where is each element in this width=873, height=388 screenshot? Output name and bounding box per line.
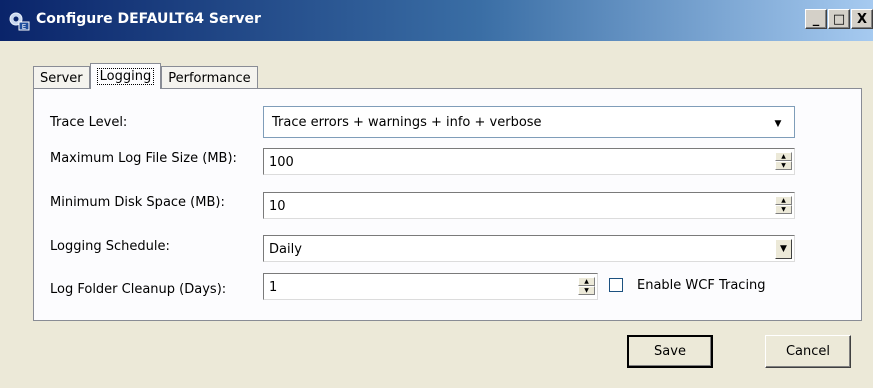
tab-logging-label: Logging xyxy=(96,68,155,85)
spin-up-icon[interactable]: ▲ xyxy=(578,277,595,286)
title-bar[interactable]: E Configure DEFAULT64 Server _ □ X xyxy=(0,0,873,41)
chevron-down-icon: ▼ xyxy=(774,119,782,129)
chevron-down-icon[interactable]: ▼ xyxy=(775,239,792,259)
trace-level-value: Trace errors + warnings + info + verbose xyxy=(272,115,542,130)
spin-up-icon[interactable]: ▲ xyxy=(775,196,792,205)
svg-text:E: E xyxy=(22,23,26,31)
tab-logging[interactable]: Logging xyxy=(89,63,162,89)
window-title: Configure DEFAULT64 Server xyxy=(36,11,261,27)
configure-server-window: E Configure DEFAULT64 Server _ □ X Serve… xyxy=(0,0,873,388)
tab-server[interactable]: Server xyxy=(33,66,90,89)
trace-level-select[interactable]: Trace errors + warnings + info + verbose… xyxy=(263,106,795,138)
tab-performance[interactable]: Performance xyxy=(161,66,258,89)
schedule-select[interactable]: Daily ▼ xyxy=(263,235,795,262)
close-icon: X xyxy=(856,11,868,27)
wcf-tracing-checkbox[interactable] xyxy=(609,278,623,292)
min-disk-space-value: 10 xyxy=(269,199,286,214)
cleanup-spinner[interactable]: ▲ ▼ xyxy=(578,277,595,295)
cleanup-value: 1 xyxy=(269,280,278,295)
max-log-size-value: 100 xyxy=(269,155,294,170)
minimize-icon: _ xyxy=(812,11,820,27)
maximize-button[interactable]: □ xyxy=(828,9,850,29)
close-button[interactable]: X xyxy=(851,9,873,29)
wcf-tracing-label: Enable WCF Tracing xyxy=(637,278,766,293)
spin-up-icon[interactable]: ▲ xyxy=(775,152,792,161)
max-log-size-spinner[interactable]: ▲ ▼ xyxy=(775,152,792,170)
min-disk-space-label: Minimum Disk Space (MB): xyxy=(50,195,225,210)
minimize-button[interactable]: _ xyxy=(805,9,827,29)
min-disk-space-spinner[interactable]: ▲ ▼ xyxy=(775,196,792,214)
maximize-icon: □ xyxy=(832,11,846,27)
tab-server-label: Server xyxy=(40,70,83,86)
cleanup-stepper[interactable]: 1 ▲ ▼ xyxy=(263,273,598,300)
cleanup-label: Log Folder Cleanup (Days): xyxy=(50,282,227,297)
max-log-size-label: Maximum Log File Size (MB): xyxy=(50,151,237,166)
spin-down-icon[interactable]: ▼ xyxy=(775,161,792,170)
schedule-value: Daily xyxy=(269,242,302,257)
spin-down-icon[interactable]: ▼ xyxy=(775,205,792,214)
max-log-size-stepper[interactable]: 100 ▲ ▼ xyxy=(263,148,795,175)
tab-strip: Server Logging Performance xyxy=(33,63,258,89)
tab-performance-label: Performance xyxy=(168,70,251,86)
save-button[interactable]: Save xyxy=(627,335,713,368)
window-controls: _ □ X xyxy=(805,9,873,33)
cancel-button[interactable]: Cancel xyxy=(765,335,851,368)
app-icon: E xyxy=(9,12,30,31)
spin-down-icon[interactable]: ▼ xyxy=(578,286,595,295)
min-disk-space-stepper[interactable]: 10 ▲ ▼ xyxy=(263,192,795,219)
trace-level-label: Trace Level: xyxy=(50,115,128,130)
schedule-label: Logging Schedule: xyxy=(50,239,170,254)
